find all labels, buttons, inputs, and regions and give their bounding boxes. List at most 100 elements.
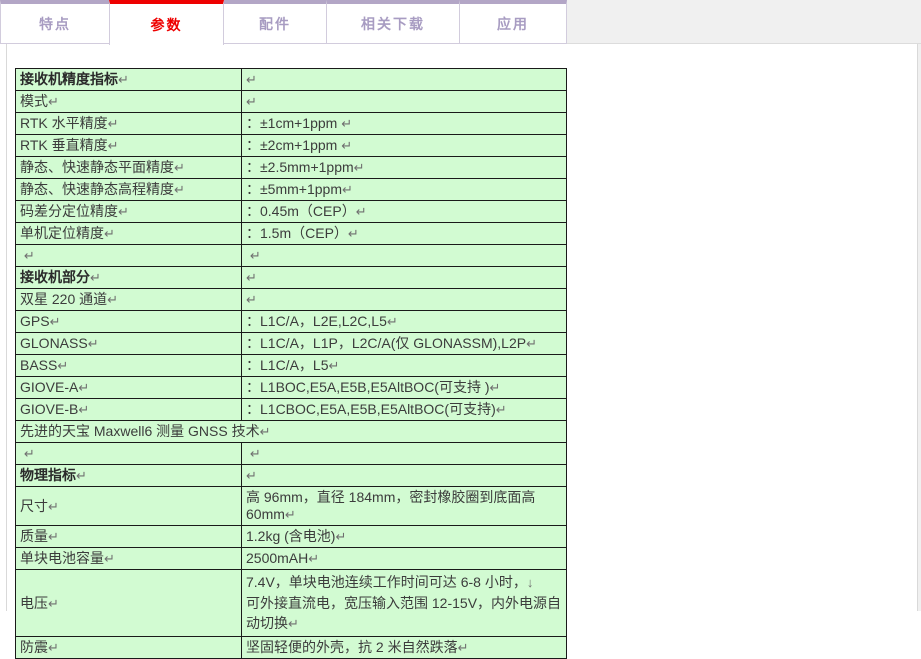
spec-label: GIOVE-B xyxy=(20,401,78,417)
tab-parameters[interactable]: 参数 xyxy=(109,0,224,45)
paragraph-mark: ↵ xyxy=(78,402,89,417)
spec-value: ：L1C/A，L1P，L2C/A(仅 GLONASSM),L2P xyxy=(246,335,526,351)
spec-value: ：L1CBOC,E5A,E5B,E5AltBOC(可支持) xyxy=(246,401,496,417)
paragraph-mark: ↵ xyxy=(174,182,185,197)
tab-accessories[interactable]: 配件 xyxy=(223,0,327,44)
paragraph-mark: ↵ xyxy=(48,529,59,544)
paragraph-mark: ↵ xyxy=(260,424,271,439)
paragraph-mark: ↵ xyxy=(341,138,352,153)
spec-value-cell: 坚固轻便的外壳，抗 2 米自然跌落↵ xyxy=(242,637,567,659)
spec-value: ：L1C/A，L2E,L2C,L5 xyxy=(246,313,387,329)
table-row: 防震↵坚固轻便的外壳，抗 2 米自然跌落↵ xyxy=(16,637,567,659)
spec-value-cell: ：±2cm+1ppm ↵ xyxy=(242,135,567,157)
spec-label: 单块电池容量 xyxy=(20,550,104,566)
spec-label-cell: 防震↵ xyxy=(16,637,242,659)
spec-value: 2500mAH xyxy=(246,550,308,566)
spec-label-cell: ↵ xyxy=(16,245,242,267)
spec-value-cell: 高 96mm，直径 184mm，密封橡胶圈到底面高 60mm↵ xyxy=(242,487,567,526)
spec-value-cell: ↵ xyxy=(242,289,567,311)
spec-value: 7.4V，单块电池连续工作时间可达 6-8 小时， xyxy=(246,574,527,590)
tab-features[interactable]: 特点 xyxy=(0,0,110,44)
paragraph-mark: ↵ xyxy=(108,116,119,131)
paragraph-mark: ↵ xyxy=(496,402,507,417)
tab-downloads-label: 相关下载 xyxy=(361,14,425,34)
table-row: ↵ ↵ xyxy=(16,245,567,267)
spec-label-cell: 电压↵ xyxy=(16,570,242,637)
tab-parameters-label: 参数 xyxy=(151,15,183,35)
paragraph-mark: ↵ xyxy=(490,380,501,395)
paragraph-mark: ↵ xyxy=(104,551,115,566)
spec-label: GPS xyxy=(20,313,50,329)
spec-value-cell: ↵ xyxy=(242,69,567,91)
paragraph-mark: ↵ xyxy=(76,468,87,483)
paragraph-mark: ↵ xyxy=(24,446,35,461)
paragraph-mark: ↵ xyxy=(108,138,119,153)
paragraph-mark: ↵ xyxy=(107,292,118,307)
soft-break-mark: ↓ xyxy=(527,575,534,590)
table-row: 单块电池容量↵2500mAH ↵ xyxy=(16,548,567,570)
spec-value-cell: ：L1CBOC,E5A,E5B,E5AltBOC(可支持)↵ xyxy=(242,399,567,421)
spec-label-cell: GIOVE-B↵ xyxy=(16,399,242,421)
table-row: 单机定位精度↵：1.5m（CEP）↵ xyxy=(16,223,567,245)
paragraph-mark: ↵ xyxy=(285,507,296,522)
table-row: 先进的天宝 Maxwell6 测量 GNSS 技术↵ xyxy=(16,421,567,443)
spec-label-cell: 物理指标↵ xyxy=(16,465,242,487)
spec-value-cell: ：L1C/A，L2E,L2C,L5↵ xyxy=(242,311,567,333)
spec-label: 双星 220 通道 xyxy=(20,291,107,307)
table-row: RTK 水平精度↵ ：±1cm+1ppm ↵ xyxy=(16,113,567,135)
paragraph-mark: ↵ xyxy=(246,94,257,109)
spec-value-cell: ：±2.5mm+1ppm↵ xyxy=(242,157,567,179)
paragraph-mark: ↵ xyxy=(356,204,367,219)
spec-label: 尺寸 xyxy=(20,498,48,514)
paragraph-mark: ↵ xyxy=(48,596,59,611)
paragraph-mark: ↵ xyxy=(348,226,359,241)
table-row: GPS↵：L1C/A，L2E,L2C,L5↵ xyxy=(16,311,567,333)
spec-value: ：1.5m（CEP） xyxy=(246,225,348,241)
spec-label-cell: 双星 220 通道↵ xyxy=(16,289,242,311)
spec-value-cell: ：±5mm+1ppm↵ xyxy=(242,179,567,201)
spec-label-cell: GLONASS↵ xyxy=(16,333,242,355)
spec-label-cell: 接收机精度指标↵ xyxy=(16,69,242,91)
spec-value: ：±5mm+1ppm xyxy=(246,181,342,197)
table-row: 接收机部分↵↵ xyxy=(16,267,567,289)
spec-label-cell: 接收机部分↵ xyxy=(16,267,242,289)
spec-label: BASS xyxy=(20,357,57,373)
spec-label-cell: 静态、快速静态高程精度↵ xyxy=(16,179,242,201)
paragraph-mark: ↵ xyxy=(328,358,339,373)
table-row: 双星 220 通道↵↵ xyxy=(16,289,567,311)
tab-accessories-label: 配件 xyxy=(259,14,291,34)
spec-label: GLONASS xyxy=(20,335,88,351)
spec-label: GIOVE-A xyxy=(20,379,78,395)
table-row: 电压↵7.4V，单块电池连续工作时间可达 6-8 小时，↓可外接直流电，宽压输入… xyxy=(16,570,567,637)
table-row: RTK 垂直精度↵：±2cm+1ppm ↵ xyxy=(16,135,567,157)
spec-label: RTK 水平精度 xyxy=(20,115,108,131)
spec-label-cell: ↵ xyxy=(16,443,242,465)
paragraph-mark: ↵ xyxy=(174,160,185,175)
spec-value: 坚固轻便的外壳，抗 2 米自然跌落 xyxy=(246,639,458,655)
tab-features-label: 特点 xyxy=(39,14,71,34)
tab-downloads[interactable]: 相关下载 xyxy=(326,0,460,44)
spec-value: ：L1BOC,E5A,E5B,E5AltBOC(可支持 ) xyxy=(246,379,490,395)
table-row: 模式↵ ↵ xyxy=(16,91,567,113)
table-row: 尺寸 ↵高 96mm，直径 184mm，密封橡胶圈到底面高 60mm↵ xyxy=(16,487,567,526)
spec-label-cell: GPS↵ xyxy=(16,311,242,333)
spec-label-cell: GIOVE-A↵ xyxy=(16,377,242,399)
table-row: 静态、快速静态高程精度↵：±5mm+1ppm↵ xyxy=(16,179,567,201)
table-row: 码差分定位精度↵：0.45m（CEP）↵ xyxy=(16,201,567,223)
table-row: 物理指标↵↵ xyxy=(16,465,567,487)
paragraph-mark: ↵ xyxy=(90,270,101,285)
paragraph-mark: ↵ xyxy=(246,292,257,307)
paragraph-mark: ↵ xyxy=(246,468,257,483)
spec-value-line: 7.4V，单块电池连续工作时间可达 6-8 小时，↓ xyxy=(246,572,562,593)
spec-value-cell: ：±1cm+1ppm ↵ xyxy=(242,113,567,135)
table-row: 质量↵1.2kg (含电池)↵ xyxy=(16,526,567,548)
spec-label-cell: 单块电池容量↵ xyxy=(16,548,242,570)
spec-label-cell: 模式↵ xyxy=(16,91,242,113)
tab-applications[interactable]: 应用 xyxy=(459,0,567,44)
paragraph-mark: ↵ xyxy=(387,314,398,329)
spec-label-cell: 单机定位精度↵ xyxy=(16,223,242,245)
paragraph-mark: ↵ xyxy=(50,314,61,329)
spec-value-cell: ：L1BOC,E5A,E5B,E5AltBOC(可支持 )↵ xyxy=(242,377,567,399)
paragraph-mark: ↵ xyxy=(118,72,129,87)
spec-value: ：±2.5mm+1ppm xyxy=(246,159,354,175)
